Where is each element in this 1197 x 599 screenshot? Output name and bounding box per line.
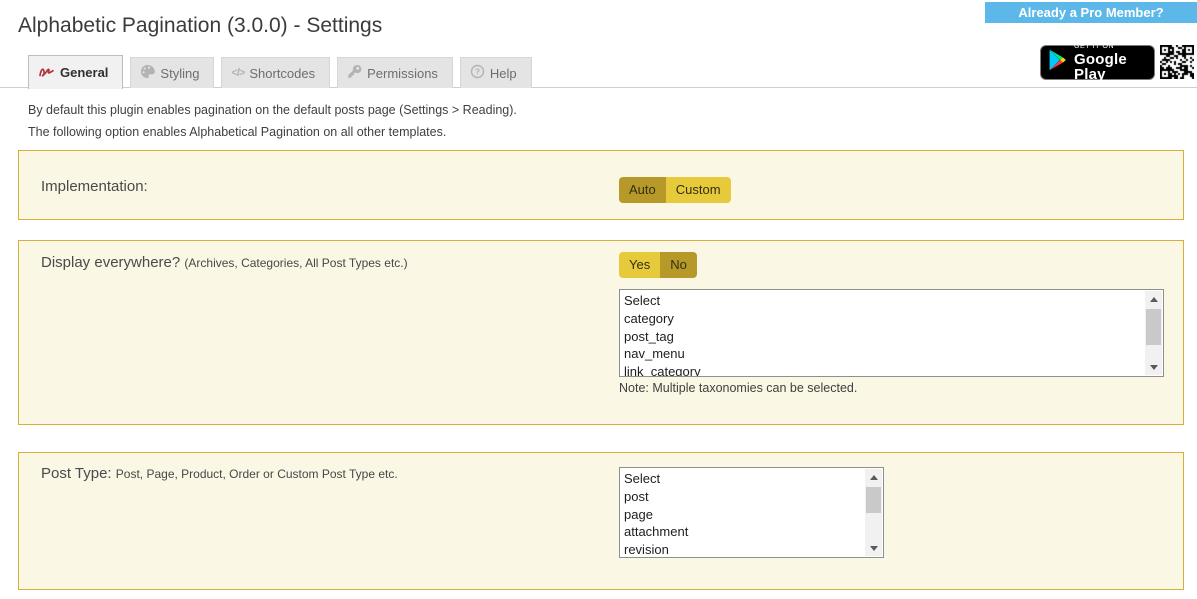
palette-icon (140, 64, 155, 82)
post-type-hint: Post, Page, Product, Order or Custom Pos… (116, 467, 398, 481)
select-option[interactable]: link_category (624, 363, 1163, 377)
tab-label: Styling (160, 66, 199, 81)
tab-general[interactable]: General (28, 55, 123, 89)
tab-help[interactable]: ? Help (460, 57, 532, 88)
select-option[interactable]: attachment (624, 523, 883, 541)
tab-permissions[interactable]: Permissions (337, 57, 453, 88)
select-option[interactable]: nav_menu (624, 345, 1163, 363)
get-it-on-label: GET IT ON (1074, 43, 1146, 50)
taxonomies-note: Note: Multiple taxonomies can be selecte… (619, 381, 857, 395)
scroll-down-button[interactable] (1145, 359, 1162, 375)
post-types-multiselect[interactable]: Selectpostpageattachmentrevision (619, 467, 884, 558)
scroll-down-button[interactable] (865, 540, 882, 556)
implementation-section: Implementation: Auto Custom (18, 150, 1184, 220)
post-type-section: Post Type: Post, Page, Product, Order or… (18, 452, 1184, 590)
tab-bar: General Styling </> Shortcodes Permissio… (0, 55, 1197, 88)
scroll-up-button[interactable] (865, 469, 882, 485)
post-type-label: Post Type: Post, Page, Product, Order or… (41, 465, 398, 482)
play-triangle-icon (1048, 49, 1067, 76)
tab-shortcodes[interactable]: </> Shortcodes (221, 57, 330, 88)
scrollbar-thumb[interactable] (866, 487, 881, 513)
intro-line-1: By default this plugin enables paginatio… (28, 103, 517, 117)
question-icon: ? (470, 64, 485, 82)
intro-text: By default this plugin enables paginatio… (28, 103, 517, 147)
tab-label: General (60, 65, 108, 80)
svg-text:?: ? (475, 66, 480, 76)
auto-option[interactable]: Auto (619, 177, 666, 203)
display-everywhere-hint: (Archives, Categories, All Post Types et… (184, 256, 407, 270)
code-icon: </> (231, 67, 244, 79)
select-option[interactable]: Select (624, 292, 1163, 310)
taxonomies-multiselect[interactable]: Selectcategorypost_tagnav_menulink_categ… (619, 289, 1164, 377)
implementation-label: Implementation: (41, 178, 148, 195)
page-title: Alphabetic Pagination (3.0.0) - Settings (18, 14, 382, 38)
select-option[interactable]: post (624, 488, 883, 506)
yes-option[interactable]: Yes (619, 252, 660, 278)
select-option[interactable]: Select (624, 470, 883, 488)
tab-styling[interactable]: Styling (130, 57, 214, 88)
pro-member-button[interactable]: Already a Pro Member? (985, 2, 1197, 23)
custom-option[interactable]: Custom (666, 177, 731, 203)
scrollbar[interactable] (1145, 291, 1162, 375)
qr-code (1160, 45, 1194, 79)
intro-line-2: The following option enables Alphabetica… (28, 125, 517, 139)
scrollbar[interactable] (865, 469, 882, 556)
implementation-toggle: Auto Custom (619, 177, 731, 203)
tab-label: Help (490, 66, 517, 81)
scroll-up-button[interactable] (1145, 291, 1162, 307)
select-option[interactable]: category (624, 310, 1163, 328)
select-option[interactable]: page (624, 506, 883, 524)
scrollbar-thumb[interactable] (1146, 309, 1161, 345)
select-option[interactable]: post_tag (624, 328, 1163, 346)
signature-icon (38, 64, 55, 82)
google-play-label: Google Play (1074, 52, 1146, 82)
display-everywhere-toggle: Yes No (619, 252, 697, 278)
no-option[interactable]: No (660, 252, 697, 278)
display-everywhere-section: Display everywhere? (Archives, Categorie… (18, 240, 1184, 425)
google-play-badge[interactable]: GET IT ON Google Play (1040, 45, 1155, 80)
select-option[interactable]: revision (624, 541, 883, 558)
tab-label: Shortcodes (249, 66, 315, 81)
tab-label: Permissions (367, 66, 438, 81)
display-everywhere-label: Display everywhere? (Archives, Categorie… (41, 254, 408, 271)
key-icon (347, 64, 362, 82)
